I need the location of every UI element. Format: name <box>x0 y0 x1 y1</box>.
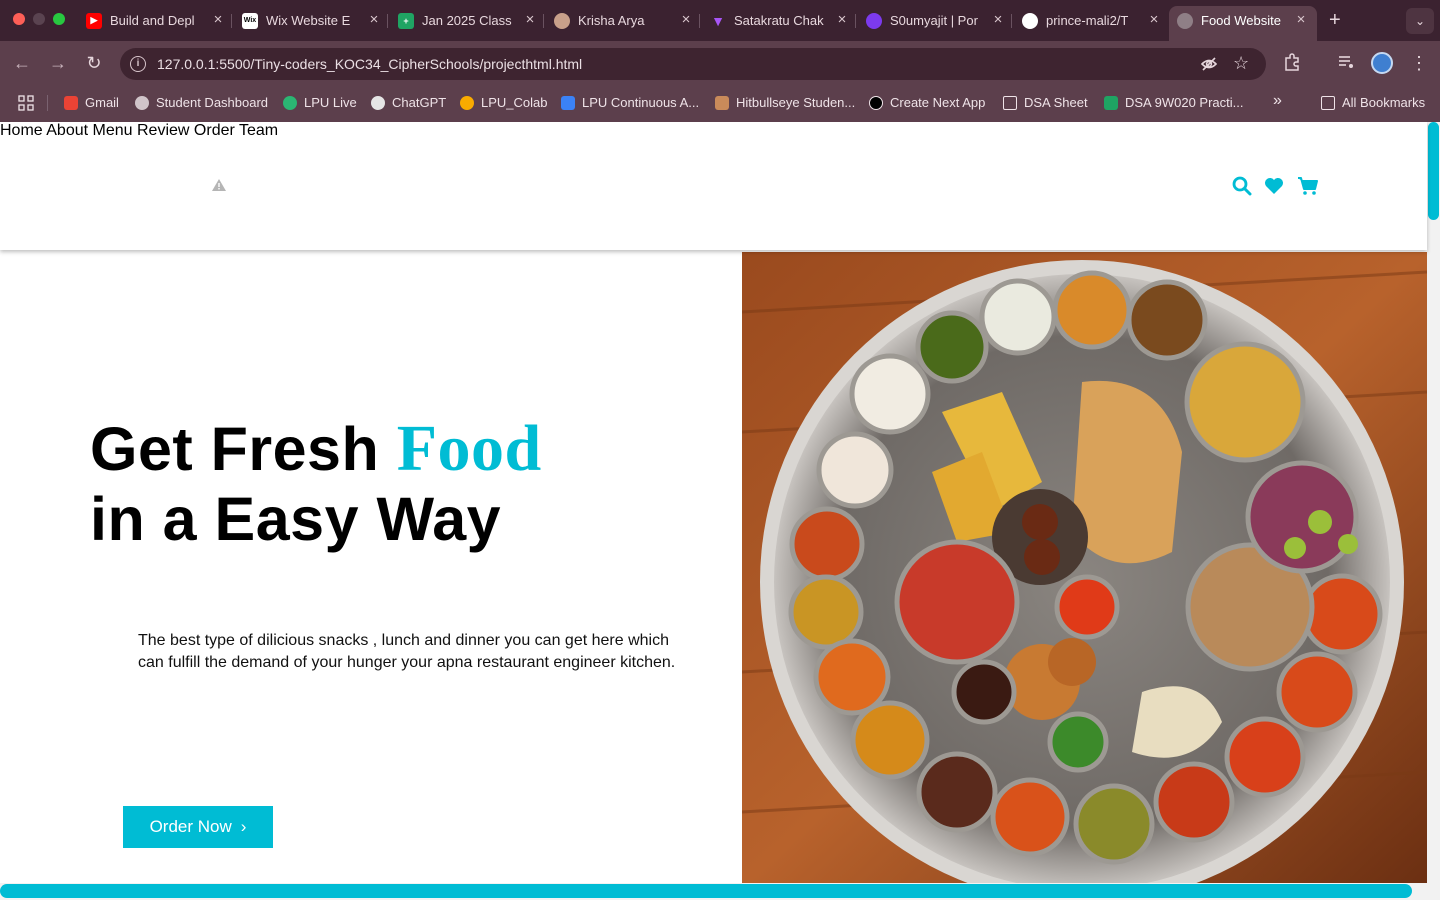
edit-icon <box>561 95 575 110</box>
bookmarks-bar: Gmail Student Dashboard LPU Live ChatGPT… <box>0 86 1440 122</box>
nav-home[interactable]: Home <box>0 122 43 139</box>
portfolio-icon <box>866 12 882 29</box>
all-bookmarks-folder[interactable]: All Bookmarks <box>1321 95 1425 110</box>
tab-wix-website[interactable]: Wix Wix Website E × <box>242 6 390 35</box>
person-icon <box>554 12 570 29</box>
profile-avatar[interactable] <box>1371 52 1393 74</box>
extensions-icon[interactable] <box>1283 53 1301 77</box>
bookmark-dsa-sheet[interactable]: DSA Sheet <box>1003 95 1088 110</box>
close-tab-icon[interactable]: × <box>1293 12 1309 28</box>
close-tab-icon[interactable]: × <box>522 12 538 28</box>
web-page: Home About Menu Review Order Team Get Fr… <box>0 122 1440 900</box>
order-now-button[interactable]: Order Now › <box>123 806 273 848</box>
bookmark-star-icon[interactable]: ☆ <box>1233 53 1249 74</box>
nextjs-icon <box>869 95 883 110</box>
site-header: Home About Menu Review Order Team <box>0 122 1427 250</box>
close-tab-icon[interactable]: × <box>210 12 226 28</box>
thali-food-image <box>742 252 1427 886</box>
bookmark-gmail[interactable]: Gmail <box>64 95 119 110</box>
more-menu-icon[interactable]: ⋮ <box>1410 53 1428 73</box>
vite-icon: ▼ <box>711 12 725 29</box>
wix-icon: Wix <box>242 12 258 29</box>
url-text[interactable]: 127.0.0.1:5500/Tiny-coders_KOC34_CipherS… <box>157 56 582 72</box>
heart-icon[interactable] <box>1264 177 1284 197</box>
bookmark-hitbullseye[interactable]: Hitbullseye Studen... <box>715 95 855 110</box>
site-info-icon[interactable]: i <box>130 56 146 72</box>
folder-icon <box>1003 95 1017 110</box>
back-icon[interactable]: ← <box>11 53 33 73</box>
apps-grid-icon[interactable] <box>18 95 34 111</box>
nav-about[interactable]: About <box>46 122 88 139</box>
address-bar[interactable]: i 127.0.0.1:5500/Tiny-coders_KOC34_Ciphe… <box>120 48 1266 80</box>
sheets-icon: + <box>398 12 414 29</box>
maximize-window-button[interactable] <box>53 13 65 25</box>
tab-search-button[interactable]: ⌄ <box>1406 8 1434 34</box>
colab-icon <box>460 95 474 110</box>
globe-icon <box>1177 12 1193 29</box>
bookmark-lpu-continuous[interactable]: LPU Continuous A... <box>561 95 699 110</box>
nav-order[interactable]: Order <box>194 122 235 139</box>
search-icon[interactable] <box>1232 176 1252 196</box>
minimize-window-button[interactable] <box>33 13 45 25</box>
youtube-icon: ▶ <box>86 12 102 29</box>
main-nav: Home About Menu Review Order Team <box>0 122 1427 140</box>
reload-icon[interactable]: ↻ <box>83 53 105 73</box>
globe-icon <box>135 95 149 110</box>
bookmarks-overflow-icon[interactable]: » <box>1273 92 1282 110</box>
tab-satakratu[interactable]: ▼ Satakratu Chak × <box>710 6 858 35</box>
browser-toolbar: ← → ↻ i 127.0.0.1:5500/Tiny-coders_KOC34… <box>0 41 1440 86</box>
browser-chrome: ▶ Build and Depl × Wix Wix Website E × +… <box>0 0 1440 122</box>
broken-logo-icon[interactable] <box>211 178 227 192</box>
close-tab-icon[interactable]: × <box>1146 12 1162 28</box>
bookmark-dsa-practice[interactable]: DSA 9W020 Practi... <box>1104 95 1244 110</box>
nav-menu[interactable]: Menu <box>93 122 133 139</box>
eye-off-icon[interactable] <box>1200 55 1218 78</box>
horizontal-scrollbar-thumb[interactable] <box>0 884 1412 898</box>
nav-team[interactable]: Team <box>239 122 278 139</box>
chatgpt-icon <box>371 95 385 110</box>
folder-icon <box>1321 95 1335 110</box>
new-tab-button[interactable]: + <box>1329 10 1341 30</box>
hitbullseye-icon <box>715 95 729 110</box>
hero-description: The best type of dilicious snacks , lunc… <box>138 632 676 671</box>
hero-heading-accent: Food <box>396 412 542 485</box>
cart-icon[interactable] <box>1297 176 1319 196</box>
bookmark-lpu-live[interactable]: LPU Live <box>283 95 357 110</box>
close-tab-icon[interactable]: × <box>678 12 694 28</box>
bookmark-create-next-app[interactable]: Create Next App <box>869 95 985 110</box>
media-controls-icon[interactable] <box>1337 53 1355 77</box>
sheets-icon <box>1104 95 1118 110</box>
vertical-scrollbar-thumb[interactable] <box>1428 122 1439 220</box>
chevron-right-icon: › <box>240 817 247 836</box>
tab-build-and-deploy[interactable]: ▶ Build and Depl × <box>86 6 234 35</box>
lpu-live-icon <box>283 95 297 110</box>
bookmark-student-dashboard[interactable]: Student Dashboard <box>135 95 268 110</box>
tab-soumyajit-portfolio[interactable]: S0umyajit | Por × <box>866 6 1014 35</box>
gmail-icon <box>64 95 78 110</box>
tab-food-website[interactable]: Food Website × <box>1169 6 1317 41</box>
github-icon <box>1022 12 1038 29</box>
tab-jan-2025-class[interactable]: + Jan 2025 Class × <box>398 6 546 35</box>
nav-review[interactable]: Review <box>137 122 189 139</box>
close-tab-icon[interactable]: × <box>990 12 1006 28</box>
close-tab-icon[interactable]: × <box>834 12 850 28</box>
tab-github-prince-mali2[interactable]: prince-mali2/T × <box>1022 6 1170 35</box>
vertical-scrollbar[interactable] <box>1427 122 1440 900</box>
bookmark-lpu-colab[interactable]: LPU_Colab <box>460 95 548 110</box>
hero-heading: Get Fresh Food in a Easy Way <box>90 412 542 554</box>
forward-icon[interactable]: → <box>47 53 69 73</box>
bookmark-chatgpt[interactable]: ChatGPT <box>371 95 446 110</box>
tab-krisha-arya[interactable]: Krisha Arya × <box>554 6 702 35</box>
close-tab-icon[interactable]: × <box>366 12 382 28</box>
horizontal-scrollbar[interactable] <box>0 883 1427 900</box>
tab-strip: ▶ Build and Depl × Wix Wix Website E × +… <box>0 0 1440 41</box>
close-window-button[interactable] <box>13 13 25 25</box>
